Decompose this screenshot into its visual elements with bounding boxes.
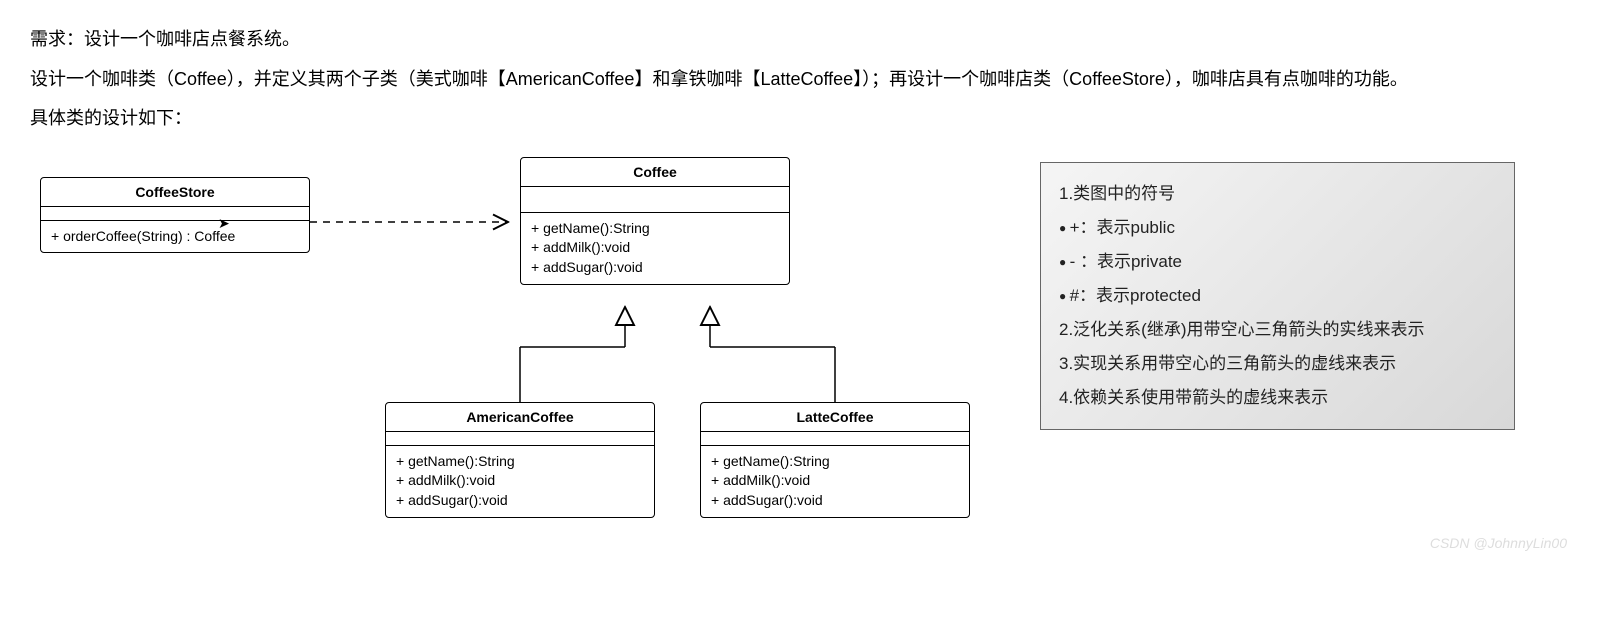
class-coffeestore: CoffeeStore + orderCoffee(String) : Coff…: [40, 177, 310, 254]
desc-line-2: 设计一个咖啡类（Coffee），并定义其两个子类（美式咖啡【AmericanCo…: [30, 60, 1587, 100]
class-attributes: [41, 207, 309, 221]
class-attributes: [386, 432, 654, 446]
class-methods: + getName():String + addMilk():void + ad…: [386, 446, 654, 517]
legend-line: 4.依赖关系使用带箭头的虚线来表示: [1059, 381, 1496, 415]
legend-line: 3.实现关系用带空心的三角箭头的虚线来表示: [1059, 347, 1496, 381]
class-attributes: [521, 187, 789, 213]
class-americancoffee: AmericanCoffee + getName():String + addM…: [385, 402, 655, 518]
class-methods: + orderCoffee(String) : Coffee: [41, 221, 309, 253]
class-name: AmericanCoffee: [386, 403, 654, 432]
class-methods: + getName():String + addMilk():void + ad…: [521, 213, 789, 284]
uml-diagram: CoffeeStore + orderCoffee(String) : Coff…: [30, 157, 1587, 557]
legend-line: 2.泛化关系(继承)用带空心三角箭头的实线来表示: [1059, 313, 1496, 347]
desc-line-3: 具体类的设计如下：: [30, 99, 1587, 139]
class-methods: + getName():String + addMilk():void + ad…: [701, 446, 969, 517]
legend-line: 1.类图中的符号: [1059, 177, 1496, 211]
desc-line-1: 需求：设计一个咖啡店点餐系统。: [30, 20, 1587, 60]
legend-bullet-public: +：表示public: [1059, 211, 1496, 245]
class-name: Coffee: [521, 158, 789, 187]
class-attributes: [701, 432, 969, 446]
watermark: CSDN @JohnnyLin00: [1430, 535, 1567, 551]
legend-bullet-private: - ：表示private: [1059, 245, 1496, 279]
class-name: CoffeeStore: [41, 178, 309, 207]
legend-bullet-protected: #：表示protected: [1059, 279, 1496, 313]
class-lattecoffee: LatteCoffee + getName():String + addMilk…: [700, 402, 970, 518]
class-coffee: Coffee + getName():String + addMilk():vo…: [520, 157, 790, 285]
class-name: LatteCoffee: [701, 403, 969, 432]
description-block: 需求：设计一个咖啡店点餐系统。 设计一个咖啡类（Coffee），并定义其两个子类…: [30, 20, 1587, 139]
legend-box: 1.类图中的符号 +：表示public - ：表示private #：表示pro…: [1040, 162, 1515, 430]
